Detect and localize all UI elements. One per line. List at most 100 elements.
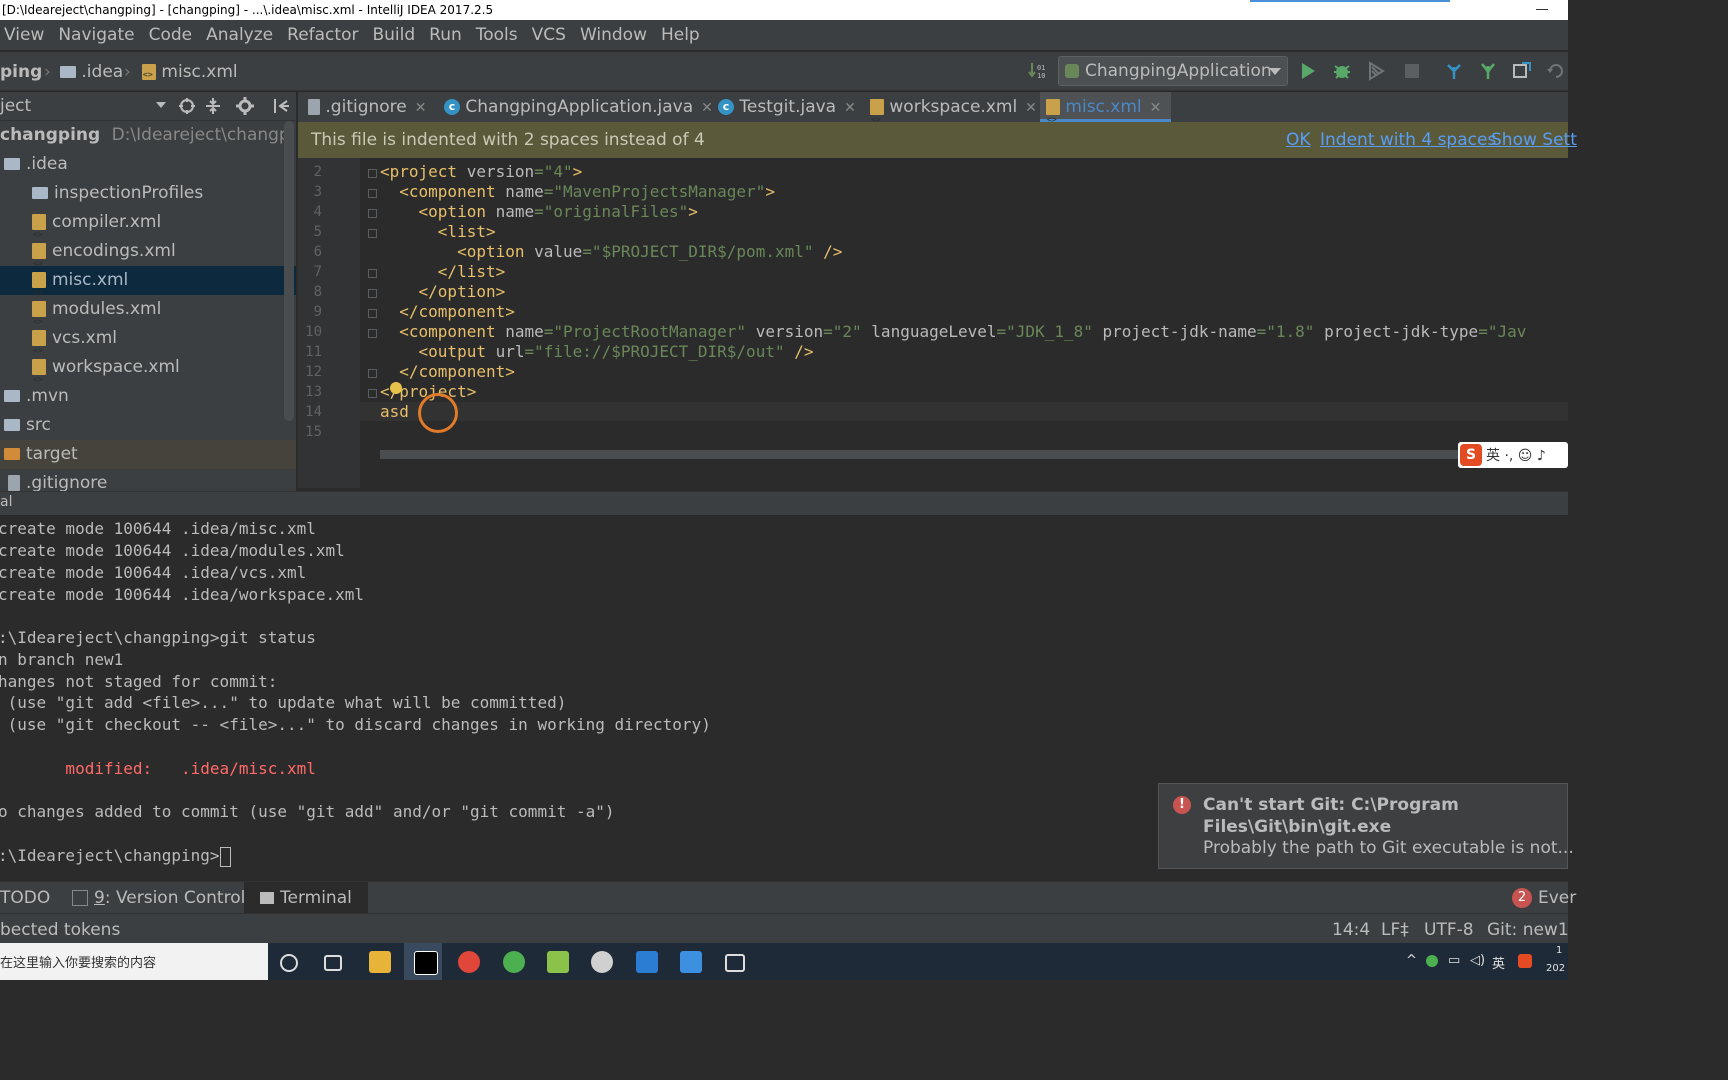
intention-bulb-icon[interactable]: [390, 382, 402, 394]
banner-ok-link[interactable]: OK: [1286, 130, 1311, 150]
sort-icon[interactable]: 0110: [1028, 60, 1048, 80]
tree-item[interactable]: modules.xml: [0, 295, 296, 336]
tab-version-control[interactable]: 9: Version Control: [72, 888, 245, 908]
menu-refactor[interactable]: Refactor: [287, 25, 358, 45]
git-error-notification[interactable]: ! Can't start Git: C:\Program Files\Git\…: [1158, 783, 1574, 869]
tray-input-language[interactable]: 英: [1492, 953, 1505, 972]
task-view-icon[interactable]: [324, 955, 342, 971]
project-panel-title[interactable]: ject: [0, 96, 31, 116]
camera-icon[interactable]: [725, 954, 745, 972]
breadcrumb-file[interactable]: misc.xml: [142, 62, 238, 82]
tree-item[interactable]: .mvn: [0, 382, 296, 411]
tree-item[interactable]: .gitignore: [0, 469, 296, 491]
fold-marker-icon[interactable]: [368, 189, 377, 198]
revert-icon[interactable]: [1546, 61, 1566, 81]
compare-icon[interactable]: [1512, 61, 1532, 81]
close-icon[interactable]: ✕: [1025, 100, 1037, 116]
wechat-icon[interactable]: [591, 951, 613, 973]
tab-misc-xml[interactable]: misc.xml ✕: [1040, 92, 1172, 135]
tab-todo[interactable]: TODO: [0, 888, 50, 908]
vcs-commit-icon[interactable]: [1478, 61, 1498, 81]
tray-wechat-icon[interactable]: [1426, 955, 1438, 967]
close-icon[interactable]: ✕: [1150, 100, 1162, 116]
collapse-all-icon[interactable]: [204, 97, 222, 115]
tab-testgit[interactable]: c Testgit.java ✕: [718, 92, 856, 122]
tray-network-icon[interactable]: ▭: [1448, 953, 1460, 968]
coverage-icon[interactable]: [1366, 61, 1386, 81]
close-icon[interactable]: ✕: [415, 100, 427, 116]
gear-icon[interactable]: [236, 97, 254, 115]
tab-event-log[interactable]: Ever: [1538, 888, 1576, 908]
run-configuration-select[interactable]: ChangpingApplication: [1058, 56, 1288, 86]
fold-marker-icon[interactable]: [368, 169, 377, 178]
tree-item-root[interactable]: changping D:\Ideareject\changping: [0, 121, 296, 150]
tab-changping-application[interactable]: c ChangpingApplication.java ✕: [444, 92, 713, 122]
tree-item-selected[interactable]: misc.xml: [0, 266, 296, 307]
menu-vcs[interactable]: VCS: [532, 25, 566, 45]
browser-icon[interactable]: [503, 951, 525, 973]
breadcrumb-project[interactable]: ping: [0, 62, 42, 82]
chrome-icon[interactable]: [458, 951, 480, 973]
tab-workspace-xml[interactable]: workspace.xml ✕: [870, 92, 1037, 135]
banner-show-settings-link[interactable]: Show Sett: [1491, 130, 1577, 150]
close-icon[interactable]: ✕: [701, 100, 713, 116]
tree-item[interactable]: compiler.xml: [0, 208, 296, 249]
tray-volume-icon[interactable]: ◁): [1470, 953, 1485, 968]
fold-marker-icon[interactable]: [368, 329, 377, 338]
chevron-down-icon[interactable]: [156, 102, 166, 108]
tree-item[interactable]: encodings.xml: [0, 237, 296, 278]
menu-help[interactable]: Help: [661, 25, 700, 45]
taskbar-search-box[interactable]: 在这里输入你要搜索的内容: [0, 943, 268, 980]
tree-item[interactable]: inspectionProfiles: [0, 179, 296, 208]
banner-indent-link[interactable]: Indent with 4 spaces: [1320, 130, 1496, 150]
debug-icon[interactable]: [1332, 61, 1352, 81]
caret-position[interactable]: 14:4: [1332, 920, 1370, 940]
tree-item[interactable]: src: [0, 411, 296, 440]
menu-analyze[interactable]: Analyze: [206, 25, 273, 45]
notepad-icon[interactable]: [547, 951, 569, 973]
code-editor[interactable]: <project version="4"> <component name="M…: [360, 158, 1568, 488]
menu-build[interactable]: Build: [372, 25, 415, 45]
tray-sogou-icon[interactable]: [1518, 954, 1532, 968]
tree-item[interactable]: .idea: [0, 150, 296, 179]
file-explorer-icon[interactable]: [369, 951, 391, 973]
tray-time[interactable]: 1: [1556, 945, 1562, 956]
project-tree-scrollbar[interactable]: [284, 121, 294, 421]
menu-tools[interactable]: Tools: [476, 25, 518, 45]
editor-horizontal-scrollbar[interactable]: [380, 450, 1568, 459]
tree-item[interactable]: vcs.xml: [0, 324, 296, 365]
cortana-icon[interactable]: [280, 954, 298, 972]
minimize-button[interactable]: [1536, 9, 1548, 10]
intellij-icon[interactable]: [414, 951, 438, 975]
file-encoding[interactable]: UTF-8: [1424, 920, 1474, 940]
menu-code[interactable]: Code: [149, 25, 193, 45]
stop-icon[interactable]: [1402, 61, 1422, 81]
hide-panel-icon[interactable]: [272, 97, 290, 115]
tray-chevron-up-icon[interactable]: ^: [1406, 953, 1417, 968]
run-icon[interactable]: [1298, 61, 1318, 81]
line-separator[interactable]: LF‡: [1381, 920, 1409, 940]
mail-icon[interactable]: [680, 951, 702, 973]
menu-run[interactable]: Run: [429, 25, 462, 45]
fold-marker-icon[interactable]: [368, 229, 377, 238]
fold-marker-icon[interactable]: [368, 369, 377, 378]
fold-marker-icon[interactable]: [368, 209, 377, 218]
menu-view[interactable]: View: [4, 25, 44, 45]
word-icon[interactable]: [636, 951, 658, 973]
tray-date[interactable]: 202: [1546, 963, 1565, 974]
fold-marker-icon[interactable]: [368, 389, 377, 398]
fold-marker-icon[interactable]: [368, 309, 377, 318]
ime-toolbar[interactable]: S 英 ·, ☺ ♪: [1458, 442, 1568, 468]
fold-marker-icon[interactable]: [368, 289, 377, 298]
close-icon[interactable]: ✕: [844, 100, 856, 116]
tree-item[interactable]: target: [0, 440, 296, 469]
menu-navigate[interactable]: Navigate: [58, 25, 134, 45]
menu-window[interactable]: Window: [580, 25, 647, 45]
vcs-update-icon[interactable]: [1444, 61, 1464, 81]
breadcrumb-folder[interactable]: .idea: [60, 62, 123, 82]
tab-gitignore[interactable]: .gitignore ✕: [308, 92, 427, 122]
git-branch[interactable]: Git: new1: [1487, 920, 1569, 940]
tree-item[interactable]: workspace.xml: [0, 353, 296, 394]
fold-marker-icon[interactable]: [368, 269, 377, 278]
tab-terminal[interactable]: Terminal: [244, 882, 368, 914]
